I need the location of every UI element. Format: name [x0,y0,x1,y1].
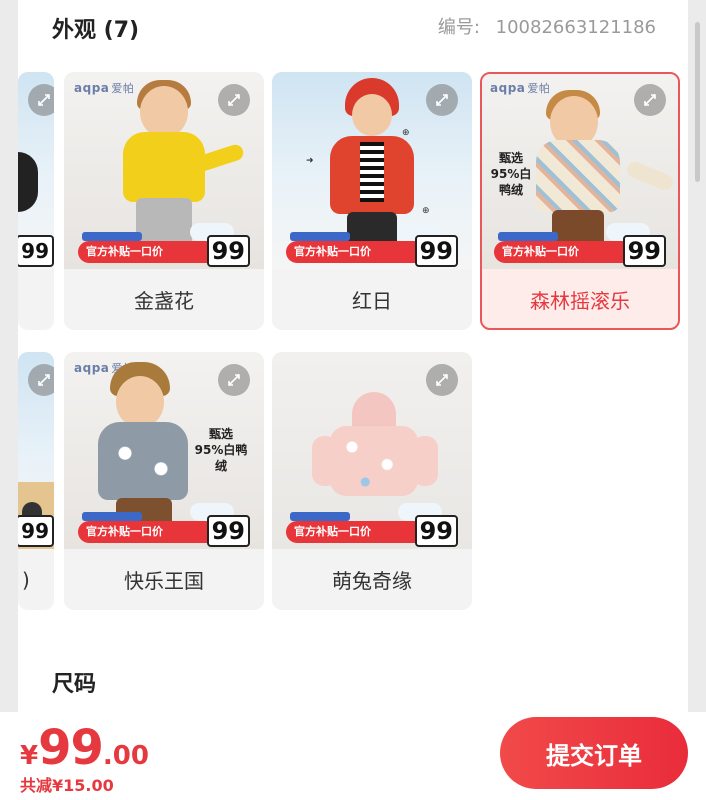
product-card-jinzhanhua[interactable]: aqpa 爱帕 官方补贴一口价 99 金盏花 [64,72,264,330]
feature-stamp: 甄选 95%白鸭绒 [194,427,248,473]
price-tag: 99 [18,235,54,267]
expand-icon[interactable] [28,364,54,396]
price-tag: 99 [414,515,458,547]
checkout-bar: ¥99.00 共减¥15.00 提交订单 [0,712,706,800]
appearance-sheet: 外观 (7) 编号: 10082663121186 99 aqpa 爱帕 官方补贴… [18,0,688,712]
product-card-kuaile-wangguo[interactable]: aqpa爱帕 甄选 95%白鸭绒 官方补贴一口价 99 快乐王国 [64,352,264,610]
size-section-title: 尺码 [52,672,97,697]
price-tag: 99 [18,515,54,547]
appearance-title: 外观 (7) [52,18,140,43]
expand-icon[interactable] [218,364,250,396]
product-name: 金盏花 [134,289,194,313]
product-card-hongri[interactable]: ➜ ⊕ ⊕ 官方补贴一口价 99 红日 [272,72,472,330]
expand-icon[interactable] [426,84,458,116]
product-code-value: 10082663121186 [495,17,656,38]
price-tag: 99 [414,235,458,267]
product-code: 编号: 10082663121186 [438,13,656,39]
product-name: 森林摇滚乐 [530,289,630,313]
expand-icon[interactable] [218,84,250,116]
expand-icon[interactable] [634,84,666,116]
expand-icon[interactable] [28,84,54,116]
brand-logo: aqpa爱帕 [74,81,135,95]
price-integer: 99 [38,720,104,776]
product-name: 红日 [352,289,392,313]
price-currency: ¥ [20,741,39,771]
product-code-label: 编号: [437,17,480,38]
price-tag: 99 [206,515,250,547]
product-name: 萌兔奇缘 [332,569,412,593]
product-name: ) [22,567,30,592]
product-card-partial-1[interactable]: 99 [18,72,54,330]
price-tag: 99 [622,235,666,267]
price-decimal: .00 [102,741,149,771]
product-card-partial-2[interactable]: 99 ) [18,352,54,610]
expand-icon[interactable] [426,364,458,396]
price-tag: 99 [206,235,250,267]
brand-logo: aqpa爱帕 [490,81,551,95]
scrollbar-thumb[interactable] [695,22,700,182]
product-card-senlin-yaogunle[interactable]: aqpa 爱帕 甄选 95%白鸭绒 官方补贴一口价 99 森林摇滚乐 [480,72,680,330]
product-name: 快乐王国 [124,569,204,593]
submit-order-button[interactable]: 提交订单 [500,717,688,789]
feature-stamp: 甄选 95%白鸭绒 [490,151,532,197]
product-card-mengtu-qiyuan[interactable]: 官方补贴一口价 99 萌兔奇缘 [272,352,472,610]
discount-text: 共减¥15.00 [20,776,114,795]
total-price: ¥99.00 [20,720,149,776]
